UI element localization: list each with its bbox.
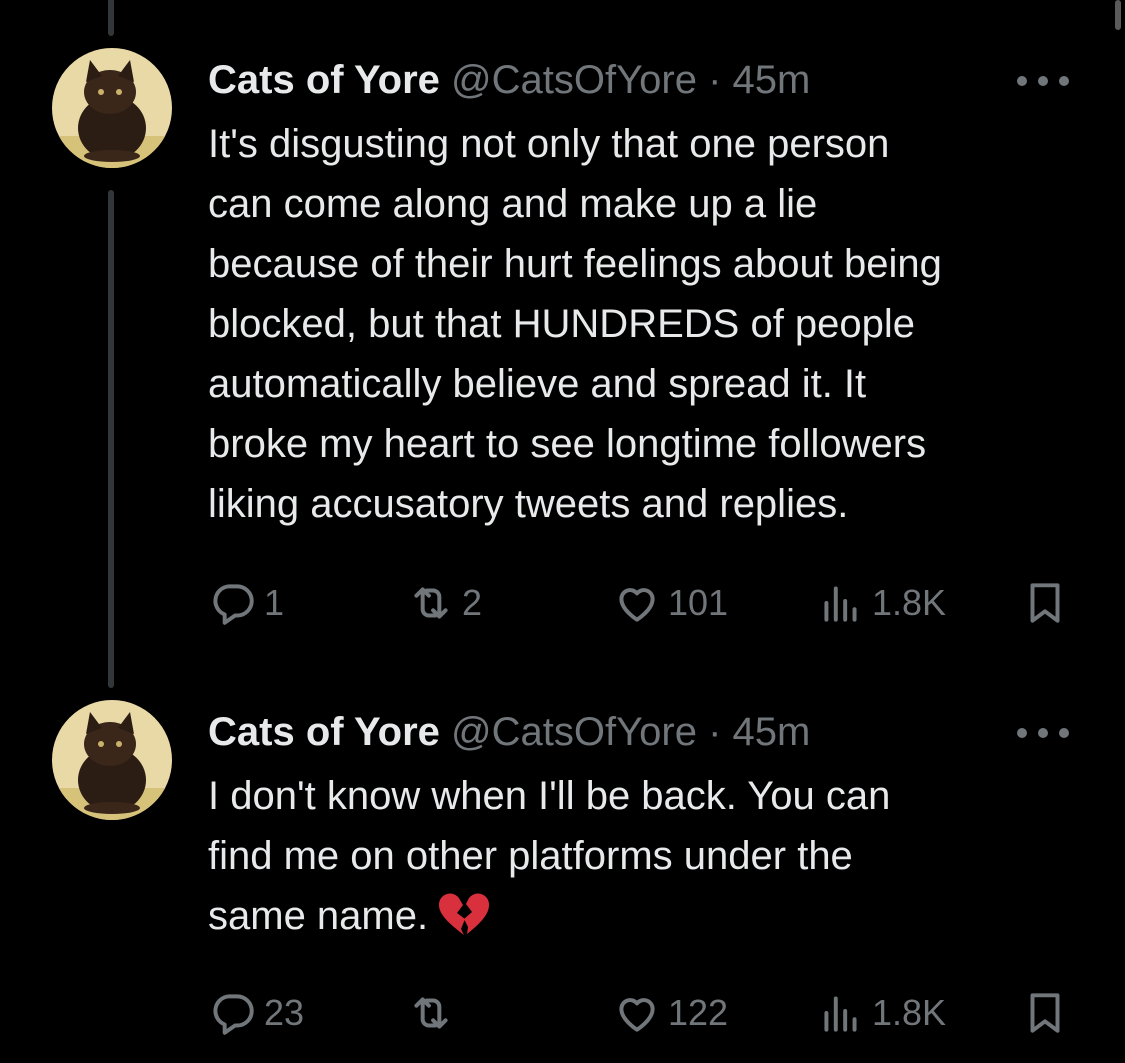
avatar[interactable] bbox=[52, 700, 172, 820]
tweet-line: same name. bbox=[208, 886, 1088, 946]
timestamp[interactable]: 45m bbox=[733, 58, 811, 102]
reply-button[interactable]: 1 bbox=[208, 578, 284, 628]
avatar[interactable] bbox=[52, 48, 172, 168]
tweet-line: can come along and make up a lie bbox=[208, 182, 818, 226]
display-name[interactable]: Cats of Yore bbox=[208, 58, 440, 102]
retweet-button[interactable] bbox=[406, 988, 462, 1038]
separator: · bbox=[708, 58, 722, 102]
tweet-line: blocked, but that HUNDREDS of people bbox=[208, 302, 916, 346]
retweet-button[interactable]: 2 bbox=[406, 578, 482, 628]
views-icon bbox=[824, 996, 857, 1032]
views-button[interactable]: 1.8K bbox=[816, 988, 946, 1038]
tweet-line-text: same name. bbox=[208, 894, 429, 938]
tweet-line: find me on other platforms under the bbox=[208, 834, 853, 878]
separator: · bbox=[708, 710, 722, 754]
reply-button[interactable]: 23 bbox=[208, 988, 304, 1038]
reply-count: 23 bbox=[264, 992, 305, 1033]
bookmark-icon bbox=[1030, 993, 1060, 1033]
tweet-line: automatically believe and spread it. It bbox=[208, 362, 867, 406]
tweet-line: It's disgusting not only that one person bbox=[208, 122, 890, 166]
reply-icon bbox=[213, 584, 254, 625]
display-name[interactable]: Cats of Yore bbox=[208, 710, 440, 754]
tweet-header: Cats of Yore @CatsOfYore · 45m bbox=[208, 704, 1065, 760]
tweet-header: Cats of Yore @CatsOfYore · 45m bbox=[208, 52, 1065, 108]
like-button[interactable]: 122 bbox=[612, 988, 728, 1038]
reply-icon bbox=[213, 994, 254, 1035]
like-button[interactable]: 101 bbox=[612, 578, 728, 628]
action-bar: 23 122 1.8K bbox=[0, 988, 1125, 1038]
bookmark-button[interactable] bbox=[1020, 578, 1070, 628]
retweet-icon bbox=[414, 587, 448, 619]
bookmark-button[interactable] bbox=[1020, 988, 1070, 1038]
reply-count: 1 bbox=[264, 582, 285, 623]
more-icon[interactable] bbox=[1017, 74, 1069, 88]
user-handle[interactable]: @CatsOfYore bbox=[451, 58, 697, 102]
views-icon bbox=[824, 586, 857, 622]
like-icon bbox=[619, 588, 655, 622]
tweet-line: liking accusatory tweets and replies. bbox=[208, 482, 849, 526]
thread-line-top bbox=[108, 0, 114, 36]
tweet-line: I don't know when I'll be back. You can bbox=[208, 774, 891, 818]
tweet-text: It's disgusting not only that one person… bbox=[208, 114, 1088, 534]
scrollbar[interactable] bbox=[1115, 0, 1121, 30]
action-bar: 1 2 101 1.8K bbox=[0, 578, 1125, 628]
broken-heart-icon bbox=[439, 893, 490, 935]
like-icon bbox=[619, 998, 655, 1032]
tweet-line: broke my heart to see longtime followers bbox=[208, 422, 927, 466]
views-count: 1.8K bbox=[872, 582, 947, 623]
bookmark-icon bbox=[1030, 583, 1060, 623]
views-button[interactable]: 1.8K bbox=[816, 578, 946, 628]
retweet-icon bbox=[414, 997, 448, 1029]
retweet-count: 2 bbox=[462, 582, 483, 623]
user-handle[interactable]: @CatsOfYore bbox=[451, 710, 697, 754]
views-count: 1.8K bbox=[872, 992, 947, 1033]
like-count: 122 bbox=[668, 992, 729, 1033]
like-count: 101 bbox=[668, 582, 729, 623]
tweet-text: I don't know when I'll be back. You can … bbox=[208, 766, 1088, 946]
tweet-line: because of their hurt feelings about bei… bbox=[208, 242, 942, 286]
more-icon[interactable] bbox=[1017, 726, 1069, 740]
timestamp[interactable]: 45m bbox=[733, 710, 811, 754]
